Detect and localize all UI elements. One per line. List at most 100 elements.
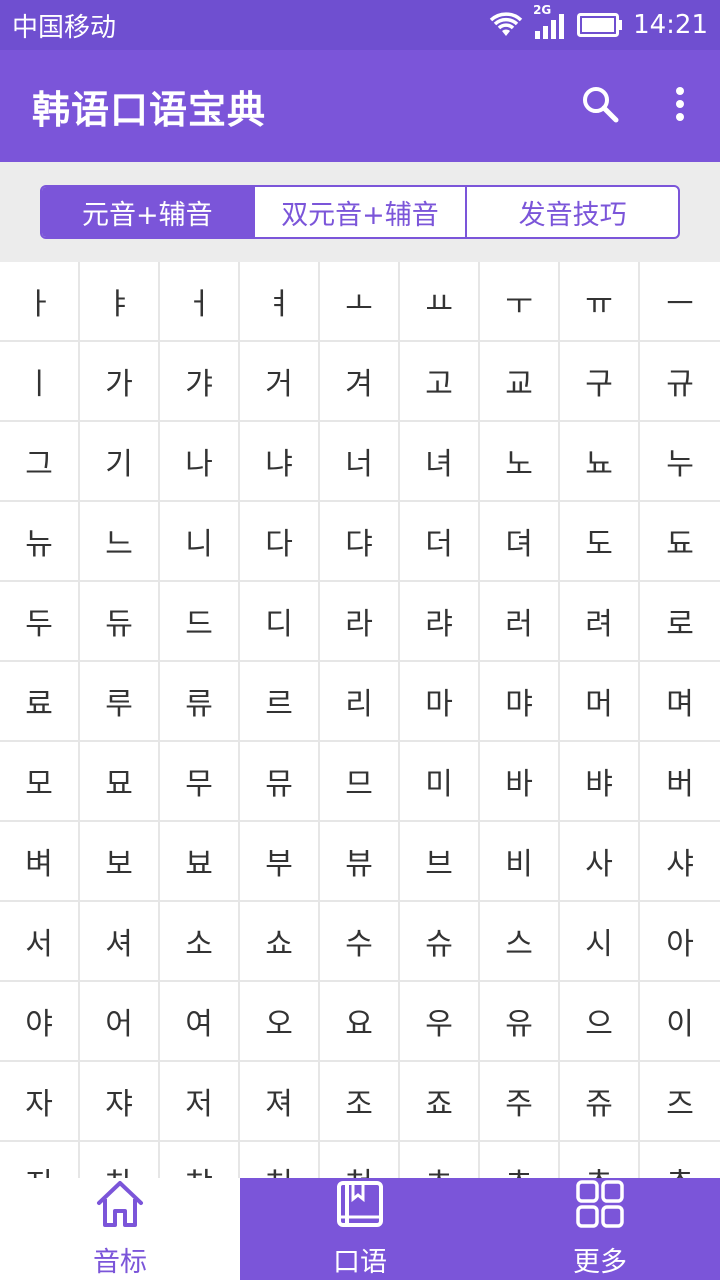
syllable-cell[interactable]: 쳐 xyxy=(320,1142,400,1178)
syllable-cell[interactable]: 아 xyxy=(640,902,720,982)
syllable-cell[interactable]: 러 xyxy=(480,582,560,662)
syllable-cell[interactable]: 료 xyxy=(0,662,80,742)
syllable-cell[interactable]: 두 xyxy=(0,582,80,662)
syllable-cell[interactable]: 느 xyxy=(80,502,160,582)
syllable-cell[interactable]: 류 xyxy=(160,662,240,742)
syllable-cell[interactable]: 누 xyxy=(640,422,720,502)
syllable-cell[interactable]: 무 xyxy=(160,742,240,822)
syllable-cell[interactable]: 머 xyxy=(560,662,640,742)
syllable-cell[interactable]: ㅠ xyxy=(560,262,640,342)
syllable-cell[interactable]: 야 xyxy=(0,982,80,1062)
syllable-cell[interactable]: 마 xyxy=(400,662,480,742)
syllable-cell[interactable]: 셔 xyxy=(80,902,160,982)
syllable-cell[interactable]: 다 xyxy=(240,502,320,582)
syllable-cell[interactable]: 뷰 xyxy=(320,822,400,902)
syllable-cell[interactable]: 뵤 xyxy=(160,822,240,902)
syllable-cell[interactable]: 거 xyxy=(240,342,320,422)
syllable-cell[interactable]: 처 xyxy=(240,1142,320,1178)
syllable-cell[interactable]: 더 xyxy=(400,502,480,582)
syllable-cell[interactable]: 기 xyxy=(80,422,160,502)
syllable-cell[interactable]: 수 xyxy=(320,902,400,982)
syllable-cell[interactable]: 슈 xyxy=(400,902,480,982)
syllable-cell[interactable]: 며 xyxy=(640,662,720,742)
syllable-cell[interactable]: 규 xyxy=(640,342,720,422)
syllable-cell[interactable]: 샤 xyxy=(640,822,720,902)
syllable-cell[interactable]: 저 xyxy=(160,1062,240,1142)
syllable-cell[interactable]: ㅓ xyxy=(160,262,240,342)
syllable-cell[interactable]: 르 xyxy=(240,662,320,742)
syllable-cell[interactable]: ㅛ xyxy=(400,262,480,342)
syllable-cell[interactable]: 쥬 xyxy=(560,1062,640,1142)
syllable-cell[interactable]: ㅡ xyxy=(640,262,720,342)
search-button[interactable] xyxy=(560,66,640,146)
syllable-cell[interactable]: 지 xyxy=(0,1142,80,1178)
syllable-cell[interactable]: 어 xyxy=(80,982,160,1062)
syllable-cell[interactable]: 쵸 xyxy=(480,1142,560,1178)
syllable-cell[interactable]: 요 xyxy=(320,982,400,1062)
syllable-cell[interactable]: 유 xyxy=(480,982,560,1062)
syllable-cell[interactable]: ㅗ xyxy=(320,262,400,342)
syllable-cell[interactable]: 미 xyxy=(400,742,480,822)
syllable-cell[interactable]: 모 xyxy=(0,742,80,822)
syllable-cell[interactable]: 구 xyxy=(560,342,640,422)
syllable-cell[interactable]: 시 xyxy=(560,902,640,982)
syllable-cell[interactable]: 소 xyxy=(160,902,240,982)
syllable-cell[interactable]: 뇨 xyxy=(560,422,640,502)
segment-vowels-consonants[interactable]: 元音+辅音 xyxy=(42,187,255,237)
syllable-cell[interactable]: 됴 xyxy=(640,502,720,582)
syllable-cell[interactable]: 우 xyxy=(400,982,480,1062)
syllable-cell[interactable]: 루 xyxy=(80,662,160,742)
more-options-button[interactable] xyxy=(640,66,720,146)
syllable-cell[interactable]: 서 xyxy=(0,902,80,982)
syllable-cell[interactable]: 츄 xyxy=(640,1142,720,1178)
segment-diphthongs-consonants[interactable]: 双元音+辅音 xyxy=(255,187,468,237)
syllable-cell[interactable]: 녀 xyxy=(400,422,480,502)
syllable-cell[interactable]: 그 xyxy=(0,422,80,502)
syllable-cell[interactable]: 묘 xyxy=(80,742,160,822)
syllable-cell[interactable]: ㅏ xyxy=(0,262,80,342)
syllable-cell[interactable]: 여 xyxy=(160,982,240,1062)
syllable-cell[interactable]: 져 xyxy=(240,1062,320,1142)
syllable-cell[interactable]: 랴 xyxy=(400,582,480,662)
syllable-cell[interactable]: 추 xyxy=(560,1142,640,1178)
syllable-cell[interactable]: 쟈 xyxy=(80,1062,160,1142)
syllable-cell[interactable]: 려 xyxy=(560,582,640,662)
syllable-cell[interactable]: 디 xyxy=(240,582,320,662)
syllable-cell[interactable]: 사 xyxy=(560,822,640,902)
tab-more[interactable]: 更多 xyxy=(480,1178,720,1280)
tab-spoken[interactable]: 口语 xyxy=(240,1178,480,1280)
syllable-cell[interactable]: 먀 xyxy=(480,662,560,742)
syllable-cell[interactable]: 오 xyxy=(240,982,320,1062)
syllable-cell[interactable]: 부 xyxy=(240,822,320,902)
syllable-cell[interactable]: 교 xyxy=(480,342,560,422)
syllable-cell[interactable]: 듀 xyxy=(80,582,160,662)
syllable-cell[interactable]: 갸 xyxy=(160,342,240,422)
syllable-cell[interactable]: ㅣ xyxy=(0,342,80,422)
syllable-cell[interactable]: 뉴 xyxy=(0,502,80,582)
syllable-cell[interactable]: 보 xyxy=(80,822,160,902)
syllable-cell[interactable]: 즈 xyxy=(640,1062,720,1142)
syllable-cell[interactable]: 드 xyxy=(160,582,240,662)
syllable-cell[interactable]: 챠 xyxy=(160,1142,240,1178)
syllable-cell[interactable]: 쇼 xyxy=(240,902,320,982)
syllable-cell[interactable]: 뱌 xyxy=(560,742,640,822)
syllable-grid-scroll[interactable]: ㅏㅑㅓㅕㅗㅛㅜㅠㅡㅣ가갸거겨고교구규그기나냐너녀노뇨누뉴느니다댜더뎌도됴두듀드디… xyxy=(0,262,720,1178)
segment-pronunciation-tips[interactable]: 发音技巧 xyxy=(467,187,678,237)
syllable-cell[interactable]: 고 xyxy=(400,342,480,422)
syllable-cell[interactable]: 댜 xyxy=(320,502,400,582)
syllable-cell[interactable]: 죠 xyxy=(400,1062,480,1142)
syllable-cell[interactable]: 버 xyxy=(640,742,720,822)
syllable-cell[interactable]: 차 xyxy=(80,1142,160,1178)
syllable-cell[interactable]: 비 xyxy=(480,822,560,902)
syllable-cell[interactable]: 이 xyxy=(640,982,720,1062)
syllable-cell[interactable]: 뎌 xyxy=(480,502,560,582)
syllable-cell[interactable]: 리 xyxy=(320,662,400,742)
syllable-cell[interactable]: 나 xyxy=(160,422,240,502)
syllable-cell[interactable]: 주 xyxy=(480,1062,560,1142)
syllable-cell[interactable]: 로 xyxy=(640,582,720,662)
syllable-cell[interactable]: 바 xyxy=(480,742,560,822)
syllable-cell[interactable]: 으 xyxy=(560,982,640,1062)
syllable-cell[interactable]: 냐 xyxy=(240,422,320,502)
syllable-cell[interactable]: ㅜ xyxy=(480,262,560,342)
syllable-cell[interactable]: 조 xyxy=(320,1062,400,1142)
